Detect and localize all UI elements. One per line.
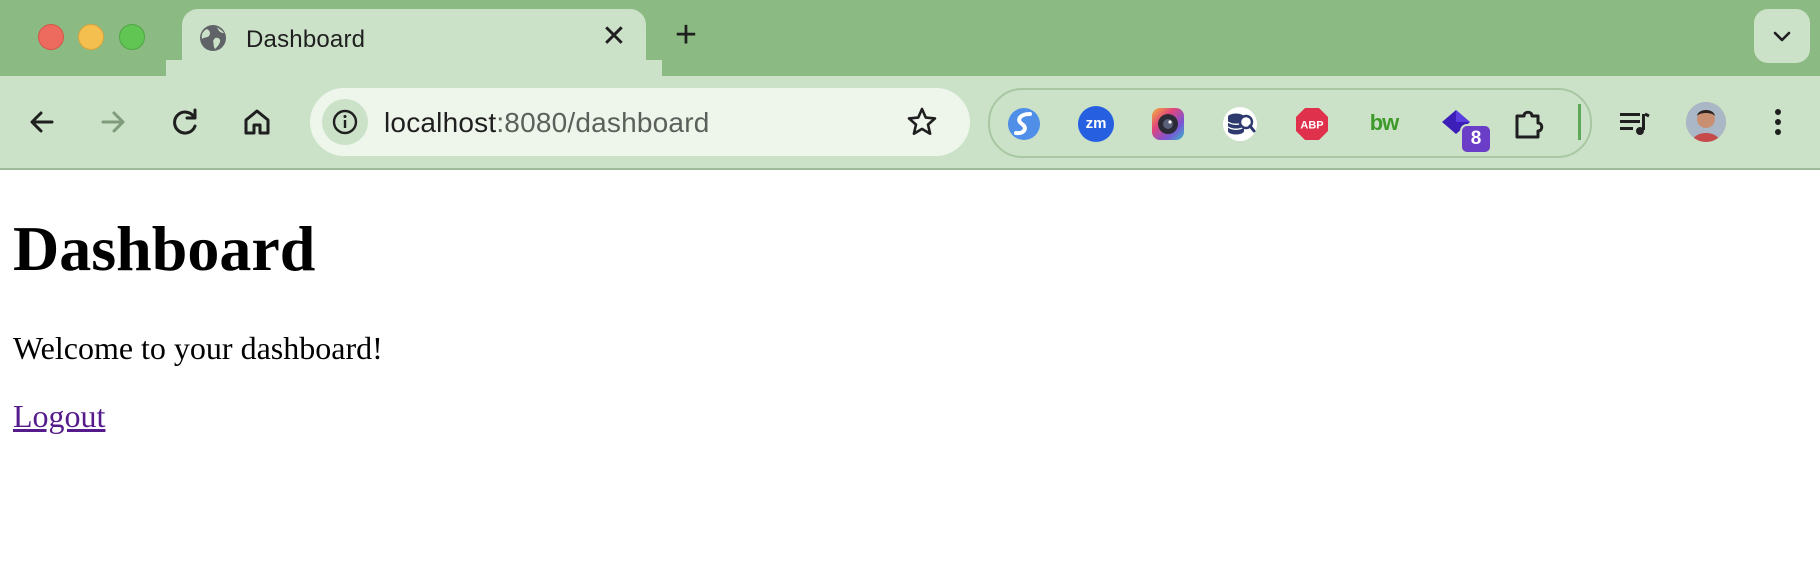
extension-badge-count: 8: [1460, 124, 1492, 154]
arrow-right-icon: [101, 111, 125, 133]
arrow-left-icon: [30, 111, 54, 133]
tab-curve-right: [646, 60, 662, 76]
more-menu-icon[interactable]: [1762, 104, 1794, 140]
back-button[interactable]: [24, 104, 60, 140]
window-maximize-button[interactable]: [119, 24, 145, 50]
home-icon: [244, 109, 270, 135]
window-close-button[interactable]: [38, 24, 64, 50]
zoom-label: zm: [1085, 115, 1107, 132]
new-tab-button[interactable]: +: [668, 16, 704, 54]
tab-search-button[interactable]: [1754, 9, 1810, 63]
site-info-button[interactable]: [322, 99, 368, 145]
database-search-extension-icon[interactable]: [1222, 106, 1258, 142]
camera-extension-icon[interactable]: [1150, 106, 1186, 142]
url-host: localhost: [384, 107, 497, 138]
chevron-down-icon: [1773, 31, 1791, 42]
bw-extension-icon[interactable]: bw: [1366, 106, 1402, 142]
diamond-extension-icon[interactable]: 8: [1438, 106, 1492, 154]
bookmark-star-icon[interactable]: [904, 104, 940, 140]
home-button[interactable]: [239, 104, 275, 140]
url-path: :8080/dashboard: [496, 107, 710, 138]
forward-button[interactable]: [95, 104, 131, 140]
info-icon: [332, 109, 358, 135]
adblock-plus-extension-icon[interactable]: ABP: [1294, 106, 1330, 142]
zoom-extension-icon[interactable]: zm: [1078, 106, 1114, 142]
swirl-extension-icon[interactable]: [1006, 106, 1042, 142]
page-title: Dashboard: [13, 213, 316, 284]
globe-icon: [200, 25, 226, 51]
reload-icon: [173, 108, 197, 135]
extensions-group: zm ABP bw 8: [988, 88, 1592, 158]
abp-label: ABP: [1300, 120, 1323, 132]
media-playlist-icon[interactable]: [1616, 104, 1652, 140]
logout-link[interactable]: Logout: [13, 398, 105, 435]
window-minimize-button[interactable]: [78, 24, 104, 50]
welcome-message: Welcome to your dashboard!: [13, 330, 383, 366]
tab-close-icon[interactable]: ✕: [598, 21, 630, 53]
tab-curve-left: [166, 60, 182, 76]
toolbar-divider: [1578, 104, 1581, 140]
profile-avatar[interactable]: [1686, 102, 1726, 142]
reload-button[interactable]: [167, 104, 203, 140]
browser-toolbar: localhost:8080/dashboard zm ABP bw 8: [0, 76, 1820, 170]
tab-dashboard[interactable]: Dashboard ✕: [182, 9, 646, 76]
tab-title: Dashboard: [246, 26, 366, 53]
puzzle-icon[interactable]: [1510, 106, 1546, 142]
browser-titlebar: Dashboard ✕ +: [0, 0, 1820, 76]
page-content: Dashboard Welcome to your dashboard! Log…: [0, 170, 1820, 572]
avatar-photo: [1686, 102, 1726, 142]
address-bar[interactable]: localhost:8080/dashboard: [310, 88, 970, 156]
bw-label: bw: [1369, 110, 1400, 135]
url-text: localhost:8080/dashboard: [384, 107, 710, 139]
